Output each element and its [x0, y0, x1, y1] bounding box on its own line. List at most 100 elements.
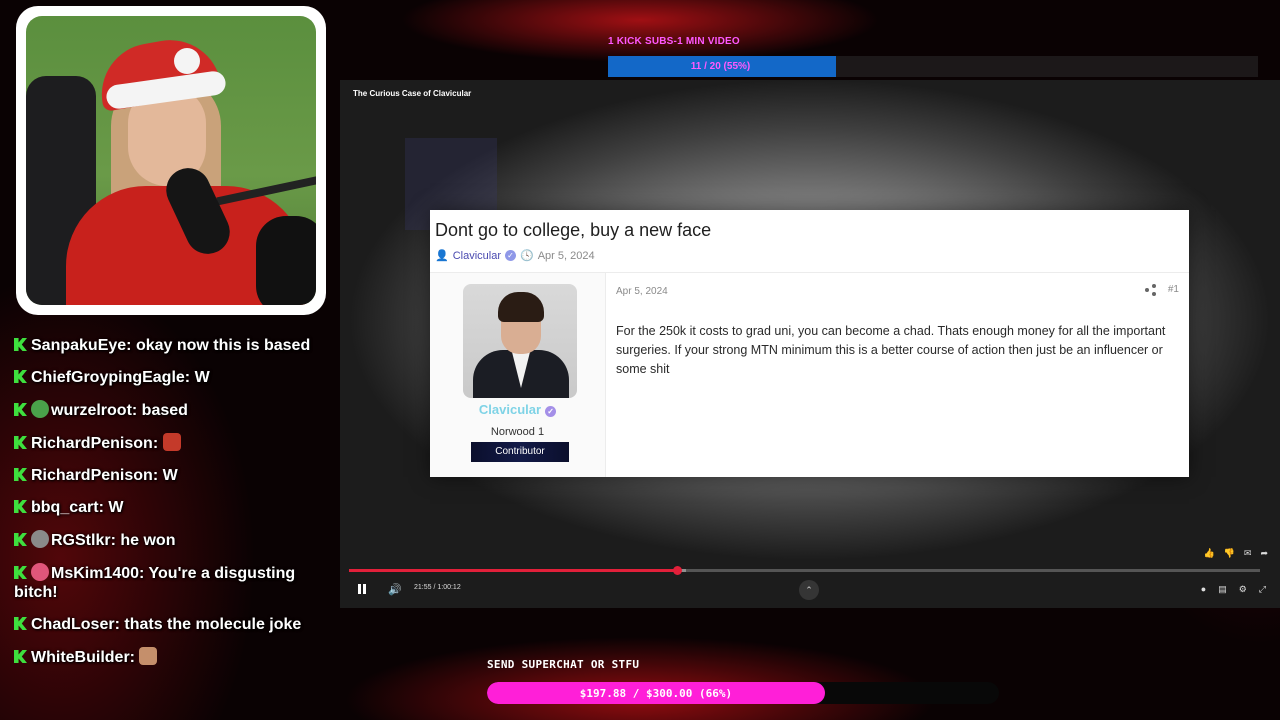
subtitles-icon[interactable]: ▤	[1218, 584, 1227, 595]
post-date[interactable]: Apr 5, 2024	[616, 286, 668, 297]
kick-logo-icon	[14, 617, 27, 630]
kick-logo-icon	[14, 403, 27, 416]
chat-separator: :	[126, 337, 136, 354]
thread-meta: 👤 Clavicular ✓ 🕓 Apr 5, 2024	[435, 249, 595, 263]
user-info-column: Clavicular ✓ Norwood 1 Contributor	[430, 273, 606, 477]
fullscreen-icon[interactable]: ⤢	[1259, 584, 1266, 595]
chat-message: wurzelroot: based	[14, 400, 324, 420]
chat-separator: :	[110, 532, 121, 549]
subs-goal-label: 1 KICK SUBS-1 MIN VIDEO	[608, 36, 740, 47]
post-number[interactable]: #1	[1168, 284, 1179, 295]
kick-logo-icon	[14, 500, 27, 513]
forum-post-card: Dont go to college, buy a new face 👤 Cla…	[430, 210, 1189, 477]
volume-icon[interactable]: 🔊	[388, 583, 402, 596]
pause-icon[interactable]	[358, 584, 366, 594]
seek-bar[interactable]	[349, 566, 1260, 575]
seek-bar-handle[interactable]	[672, 566, 682, 575]
kick-logo-icon	[14, 533, 27, 546]
kick-logo-icon	[14, 566, 27, 579]
chat-username[interactable]: SanpakuEye	[31, 337, 126, 354]
kick-logo-icon	[14, 370, 27, 383]
emote-icon	[31, 400, 49, 418]
chat-username[interactable]: RichardPenison	[31, 467, 153, 484]
settings-gear-icon[interactable]: ⚙	[1239, 584, 1247, 595]
superchat-goal-bar: $197.88 / $300.00 (66%)	[487, 682, 999, 704]
user-title: Norwood 1	[490, 426, 545, 438]
thread-author[interactable]: Clavicular	[453, 250, 501, 262]
autoplay-toggle-icon[interactable]: ●	[1201, 584, 1206, 595]
emote-icon	[31, 563, 49, 581]
chat-text: thats the molecule joke	[124, 616, 302, 633]
emote-icon	[139, 647, 158, 665]
chat-separator: :	[131, 402, 142, 419]
thread-date: Apr 5, 2024	[537, 249, 595, 262]
kick-logo-icon	[14, 650, 27, 663]
video-title: The Curious Case of Clavicular	[353, 89, 472, 98]
chat-username[interactable]: ChadLoser	[31, 616, 115, 633]
video-player[interactable]: The Curious Case of Clavicular Dont go t…	[340, 80, 1280, 608]
seek-bar-played	[349, 569, 677, 572]
chat-text: W	[108, 499, 124, 516]
webcam-feed	[26, 16, 316, 305]
chat-text: he won	[120, 532, 176, 549]
chat-username[interactable]: ChiefGroypingEagle	[31, 369, 185, 386]
chat-message: ChiefGroypingEagle: W	[14, 368, 324, 387]
chat-message: WhiteBuilder:	[14, 647, 324, 667]
right-controls: ● ▤ ⚙ ⤢	[1201, 584, 1266, 595]
chat-message: RichardPenison: W	[14, 466, 324, 485]
chat-message: RichardPenison:	[14, 433, 324, 453]
chat-message: bbq_cart: W	[14, 498, 324, 517]
time-display: 21:55 / 1:00:12	[414, 584, 461, 591]
thread-title: Dont go to college, buy a new face	[435, 220, 712, 240]
verified-badge-icon: ✓	[545, 406, 557, 417]
subs-goal-text: 11 / 20 (55%)	[690, 61, 751, 72]
verified-badge-icon: ✓	[505, 250, 516, 261]
chat-username[interactable]: RGStlkr	[51, 532, 111, 549]
webcam-frame	[16, 6, 326, 315]
chevron-up-icon[interactable]: ⌃	[799, 580, 819, 600]
chat-message: ChadLoser: thats the molecule joke	[14, 615, 324, 634]
chat-text: W	[162, 467, 178, 484]
dislike-icon[interactable]: 👎	[1224, 548, 1235, 559]
chat-username[interactable]: wurzelroot	[51, 402, 132, 419]
user-icon: 👤	[435, 250, 449, 262]
like-icon[interactable]: 👍	[1203, 548, 1214, 559]
chat-username[interactable]: RichardPenison	[31, 435, 153, 452]
emote-icon	[162, 433, 181, 451]
user-banner: Contributor	[471, 442, 569, 462]
chat-message: MsKim1400: You're a disgusting bitch!	[14, 563, 324, 602]
superchat-goal-label: SEND SUPERCHAT OR STFU	[487, 658, 640, 671]
chat-separator: :	[139, 565, 149, 582]
chat-message: RGStlkr: he won	[14, 530, 324, 550]
chat-username[interactable]: WhiteBuilder	[31, 649, 130, 666]
share-arrow-icon[interactable]: ➦	[1260, 548, 1268, 559]
chat-separator: :	[98, 499, 109, 516]
comment-icon[interactable]: ✉	[1244, 548, 1252, 559]
emote-icon	[31, 530, 49, 548]
chat-text: W	[194, 369, 210, 386]
kick-logo-icon	[14, 436, 27, 449]
kick-logo-icon	[14, 338, 27, 351]
username[interactable]: Clavicular ✓	[430, 402, 605, 417]
chat-text: okay now this is based	[135, 337, 311, 354]
post-actions: #1	[1144, 284, 1179, 296]
chat-separator: :	[152, 467, 163, 484]
side-action-icons: 👍 👎 ✉ ➦	[1203, 548, 1268, 559]
player-controls: 🔊 21:55 / 1:00:12 ⌃ ● ▤ ⚙ ⤢	[340, 580, 1280, 600]
chat-separator: :	[114, 616, 125, 633]
avatar[interactable]	[463, 284, 577, 398]
superchat-goal-text: $197.88 / $300.00 (66%)	[579, 686, 733, 700]
kick-logo-icon	[14, 468, 27, 481]
post-body: For the 250k it costs to grad uni, you c…	[616, 324, 1166, 376]
chat-separator: :	[152, 435, 163, 452]
chat-separator: :	[129, 649, 140, 666]
username-text: Clavicular	[478, 402, 542, 417]
subs-goal-bar: 11 / 20 (55%)	[608, 56, 1258, 77]
share-icon[interactable]	[1144, 284, 1156, 296]
chat-username[interactable]: bbq_cart	[31, 499, 99, 516]
chat-separator: :	[184, 369, 195, 386]
chat-username[interactable]: MsKim1400	[51, 565, 139, 582]
chat-text: based	[141, 402, 188, 419]
clock-icon: 🕓	[520, 250, 534, 262]
chat-message: SanpakuEye: okay now this is based	[14, 336, 324, 355]
